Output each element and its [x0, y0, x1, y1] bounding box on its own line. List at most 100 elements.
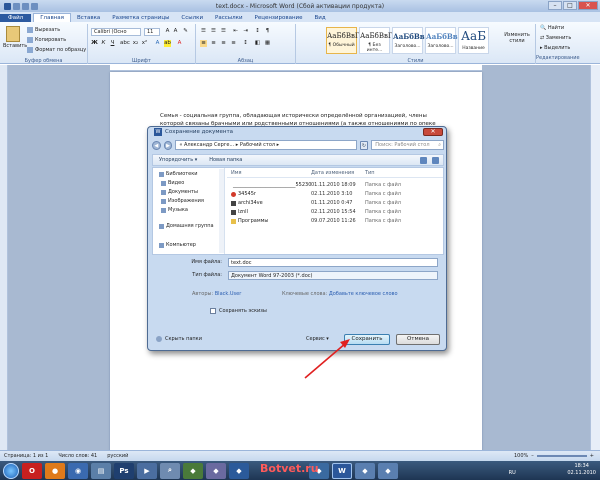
app-icon[interactable]: ◆ — [229, 462, 249, 479]
app-icon[interactable]: ◆ — [206, 462, 226, 479]
numbering-icon[interactable]: ☰ — [210, 28, 217, 35]
search-input[interactable]: Поиск: Рабочий стол ⌕ — [371, 140, 444, 150]
forward-icon[interactable]: ▶ — [163, 140, 173, 150]
app-icon[interactable]: ◆ — [183, 462, 203, 479]
media-player-icon[interactable]: ▶ — [137, 462, 157, 479]
multilevel-list-icon[interactable]: ☰ — [220, 28, 227, 35]
cancel-button[interactable]: Отмена — [396, 334, 440, 345]
tab-view[interactable]: Вид — [309, 14, 332, 22]
font-name-select[interactable]: Calibri (Осно — [91, 28, 141, 36]
maximize-button[interactable]: □ — [563, 1, 577, 10]
align-right-icon[interactable]: ≡ — [220, 40, 227, 47]
file-row[interactable]: 34545r 02.11.2010 3:10 Папка с файл — [227, 190, 443, 198]
filename-input[interactable]: text.doc — [228, 258, 438, 267]
style-no-spacing[interactable]: АаБбВвГг, ¶ Без инте... — [359, 27, 398, 54]
style-heading-2[interactable]: АаБбВв Заголово... — [425, 27, 458, 54]
address-bar[interactable]: « Александр Серге... ▸ Рабочий стол ▸ — [175, 140, 357, 150]
shrink-font-icon[interactable]: A — [172, 28, 179, 35]
decrease-indent-icon[interactable]: ⇤ — [232, 28, 239, 35]
back-icon[interactable]: ◀ — [152, 140, 161, 150]
filetype-select[interactable]: Документ Word 97-2003 (*.doc) — [228, 271, 438, 280]
hide-folders-button[interactable]: Скрыть папки — [156, 336, 202, 342]
nav-item-libraries[interactable]: Библиотеки — [159, 171, 198, 177]
app-icon[interactable]: ◆ — [378, 462, 398, 479]
vertical-scrollbar[interactable] — [590, 65, 600, 461]
line-spacing-icon[interactable]: ↕ — [242, 40, 249, 47]
bullets-icon[interactable]: ☰ — [200, 28, 207, 35]
subscript-icon[interactable]: x₂ — [132, 40, 139, 47]
tab-review[interactable]: Рецензирование — [249, 14, 309, 22]
align-left-icon[interactable]: ≡ — [200, 40, 207, 47]
save-button[interactable]: Сохранить — [344, 334, 390, 345]
tools-button[interactable]: Сервис ▾ — [306, 336, 329, 342]
paste-button[interactable]: Вставить — [3, 26, 27, 49]
find-button[interactable]: 🔍 Найти — [540, 25, 564, 31]
zoom-slider[interactable] — [536, 455, 587, 457]
grow-font-icon[interactable]: A — [164, 28, 171, 35]
nav-item-computer[interactable]: Компьютер — [159, 242, 196, 248]
zoom-out-icon[interactable]: – — [531, 453, 534, 459]
new-folder-button[interactable]: Новая папка — [209, 157, 242, 163]
zoom-in-icon[interactable]: + — [590, 453, 594, 459]
select-button[interactable]: ▸ Выделить — [540, 45, 570, 51]
font-color-icon[interactable]: A — [176, 40, 183, 47]
tab-file[interactable]: Файл — [0, 14, 32, 22]
opera-icon[interactable]: O — [22, 462, 42, 479]
sort-icon[interactable]: ↕ — [254, 28, 261, 35]
file-row[interactable]: lznll 02.11.2010 15:54 Папка с файл — [227, 208, 443, 216]
close-button[interactable]: ✕ — [578, 1, 598, 10]
file-row[interactable]: _________________________55230 01.11.2010… — [227, 181, 443, 189]
page-count[interactable]: Страница: 1 из 1 — [4, 453, 48, 459]
navigation-scrollbar[interactable] — [219, 169, 224, 253]
authors-value[interactable]: Black.User — [215, 291, 242, 297]
tab-home[interactable]: Главная — [33, 13, 71, 22]
increase-indent-icon[interactable]: ⇥ — [242, 28, 249, 35]
tab-references[interactable]: Ссылки — [175, 14, 209, 22]
borders-icon[interactable]: ▦ — [264, 40, 271, 47]
format-painter-button[interactable]: Формат по образцу — [27, 47, 86, 53]
nav-item-documents[interactable]: Документы — [161, 189, 198, 195]
column-name[interactable]: Имя — [227, 169, 311, 177]
column-date[interactable]: Дата изменения — [311, 169, 365, 177]
minimize-button[interactable]: – — [548, 1, 562, 10]
style-heading-1[interactable]: АаБбВв Заголово... — [392, 27, 425, 54]
word-count[interactable]: Число слов: 41 — [58, 453, 97, 459]
copy-button[interactable]: Копировать — [27, 37, 66, 43]
keyboard-language[interactable]: RU — [509, 470, 516, 476]
column-type[interactable]: Тип — [365, 169, 425, 177]
tab-insert[interactable]: Вставка — [71, 14, 106, 22]
view-options-icon[interactable] — [420, 156, 427, 164]
align-center-icon[interactable]: ≡ — [210, 40, 217, 47]
language[interactable]: русский — [107, 453, 128, 459]
italic-icon[interactable]: К — [100, 40, 107, 47]
app-icon[interactable]: ◆ — [355, 462, 375, 479]
nav-item-video[interactable]: Видео — [161, 180, 184, 186]
pilcrow-icon[interactable]: ¶ — [264, 28, 271, 35]
strikethrough-icon[interactable]: abc — [120, 40, 130, 47]
nav-item-music[interactable]: Музыка — [161, 207, 188, 213]
font-size-select[interactable]: 11 — [144, 28, 160, 36]
bold-icon[interactable]: Ж — [91, 40, 98, 47]
style-title[interactable]: АаБ Название — [458, 27, 489, 54]
keywords-value[interactable]: Добавьте ключевое слово — [329, 291, 398, 297]
word-taskbar-icon[interactable]: W — [332, 462, 352, 479]
firefox-icon[interactable]: ● — [45, 462, 65, 479]
nav-item-pictures[interactable]: Изображения — [161, 198, 204, 204]
cut-button[interactable]: Вырезать — [27, 27, 60, 33]
text-effects-icon[interactable]: A — [154, 40, 161, 47]
superscript-icon[interactable]: x² — [141, 40, 148, 47]
search-app-icon[interactable]: ⌕ — [160, 462, 180, 479]
save-thumbnails-checkbox[interactable]: Сохранять эскизы — [210, 308, 267, 314]
refresh-icon[interactable]: ↻ — [359, 140, 369, 150]
file-row[interactable]: Программы 09.07.2010 11:26 Папка с файл — [227, 217, 443, 225]
clear-format-icon[interactable]: ✎ — [182, 28, 189, 35]
replace-button[interactable]: ⇄ Заменить — [540, 35, 571, 41]
start-button[interactable] — [3, 462, 19, 479]
highlight-icon[interactable]: ab — [164, 40, 171, 47]
explorer-icon[interactable]: ▤ — [91, 462, 111, 479]
zoom-level[interactable]: 100% — [514, 453, 528, 459]
nav-item-homegroup[interactable]: Домашняя группа — [159, 223, 214, 229]
style-normal[interactable]: АаБбВвГг, ¶ Обычный — [326, 27, 365, 54]
organize-button[interactable]: Упорядочить ▾ — [159, 157, 197, 163]
help-icon[interactable] — [432, 156, 439, 164]
